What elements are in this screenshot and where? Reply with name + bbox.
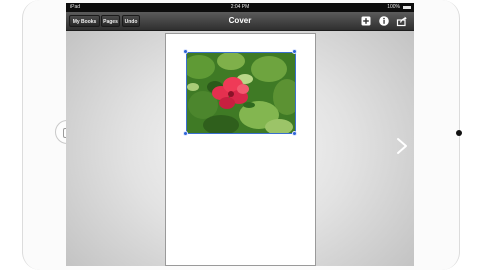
front-camera [456, 130, 462, 136]
undo-button[interactable]: Undo [122, 15, 140, 27]
resize-handle-top-right[interactable] [292, 49, 297, 54]
book-page[interactable] [165, 33, 316, 266]
share-icon[interactable] [396, 15, 408, 27]
app-screen: iPad 2:04 PM 100% Cover My Books Pages U… [66, 3, 414, 266]
status-time: 2:04 PM [230, 4, 250, 10]
resize-handle-top-left[interactable] [183, 49, 188, 54]
chevron-right-icon[interactable] [395, 137, 409, 155]
page-photo[interactable] [186, 52, 296, 134]
resize-handle-bottom-right[interactable] [292, 131, 297, 136]
my-books-button[interactable]: My Books [69, 15, 100, 27]
flower-image [187, 53, 295, 133]
status-bar: iPad 2:04 PM 100% [66, 3, 414, 12]
info-icon[interactable] [378, 15, 390, 27]
pages-button[interactable]: Pages [101, 15, 120, 27]
toolbar: Cover My Books Pages Undo [66, 12, 414, 31]
battery-icon [403, 6, 411, 9]
add-icon[interactable] [360, 15, 372, 27]
battery-percent: 100% [387, 4, 400, 10]
resize-handle-bottom-left[interactable] [183, 131, 188, 136]
